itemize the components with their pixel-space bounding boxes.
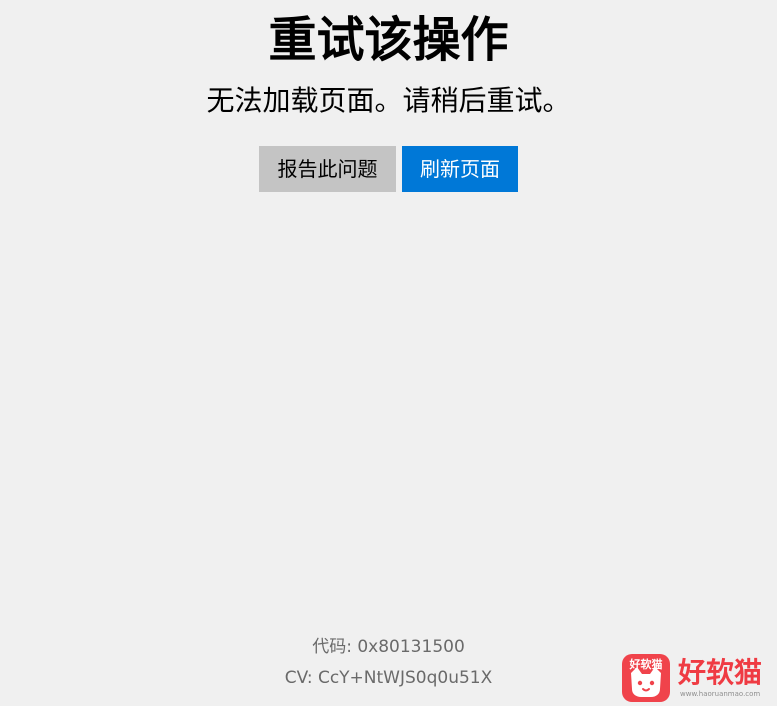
page-title: 重试该操作 (268, 12, 509, 68)
cat-logo-icon: 好软猫 (622, 654, 670, 702)
watermark-logo: 好软猫 好软猫 www.haoruanmao.com (622, 654, 772, 702)
error-code-value: 0x80131500 (357, 637, 465, 657)
watermark-url: www.haoruanmao.com (680, 690, 761, 698)
correlation-vector-value: CcY+NtWJS0q0u51X (317, 668, 493, 688)
cat-face-icon (631, 667, 661, 697)
refresh-page-button[interactable]: 刷新页面 (402, 146, 518, 192)
error-page: 重试该操作 无法加载页面。请稍后重试。 报告此问题 刷新页面 代码: 0x801… (0, 0, 777, 706)
error-code-label: 代码: (312, 637, 352, 657)
error-message: 无法加载页面。请稍后重试。 (206, 84, 571, 117)
error-actions: 报告此问题 刷新页面 (0, 146, 777, 192)
report-problem-button[interactable]: 报告此问题 (259, 146, 396, 192)
watermark-name: 好软猫 (678, 656, 763, 689)
correlation-vector-label: CV: (284, 668, 313, 688)
